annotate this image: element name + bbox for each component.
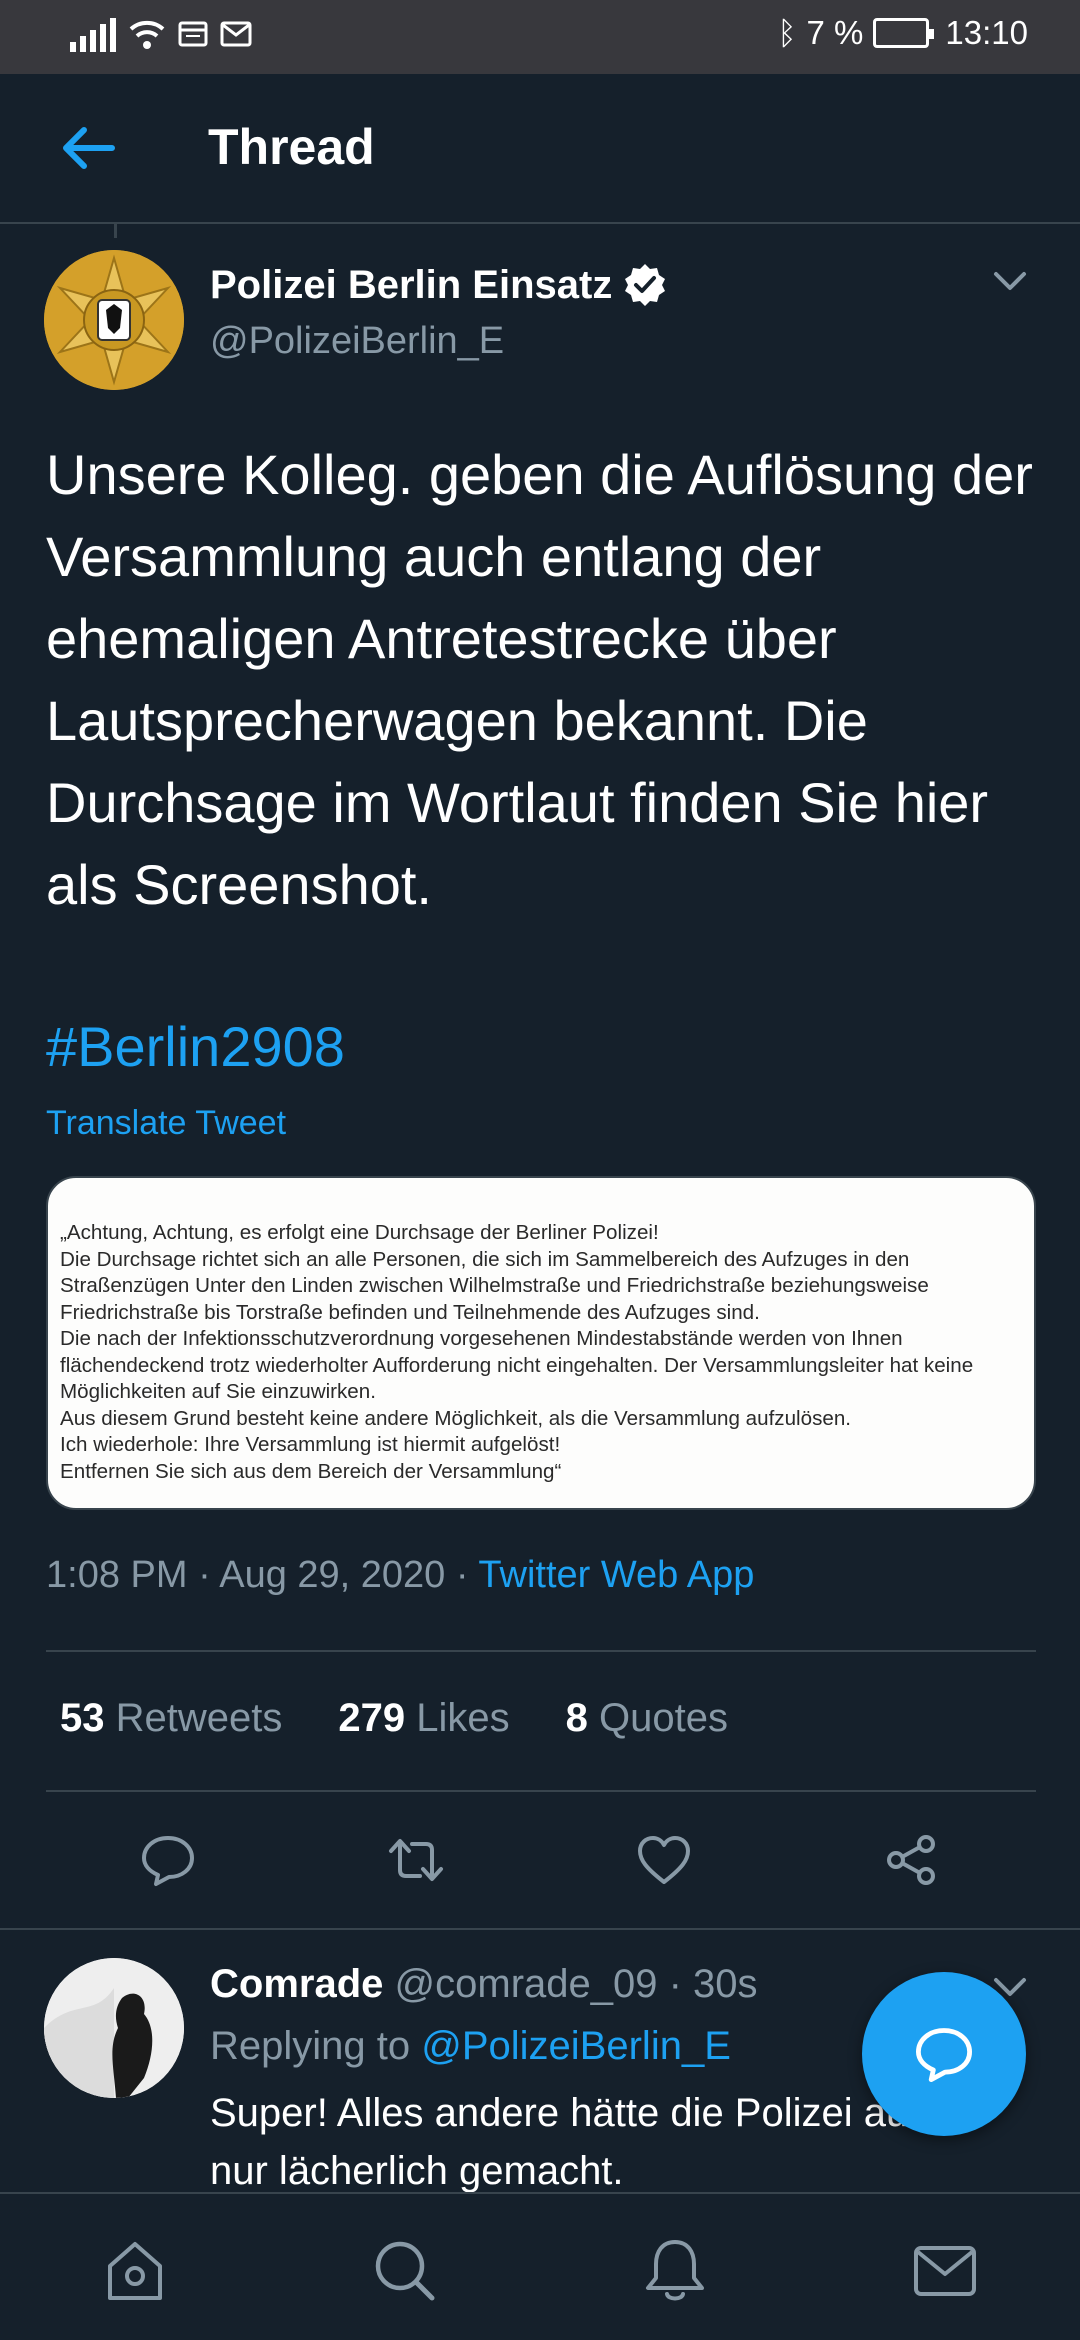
- author-handle[interactable]: @PolizeiBerlin_E: [210, 320, 504, 363]
- search-icon[interactable]: [370, 2236, 440, 2306]
- avatar[interactable]: [44, 250, 184, 390]
- tweet-stats: 53 Retweets 279 Likes 8 Quotes: [60, 1696, 784, 1741]
- replying-to-handle[interactable]: @PolizeiBerlin_E: [421, 2024, 731, 2068]
- tweet-actions: [0, 1830, 1080, 1900]
- media-text: „Achtung, Achtung, es erfolgt eine Durch…: [60, 1220, 1026, 1485]
- media-line: Ich wiederhole: Ihre Versammlung ist hie…: [60, 1433, 561, 1456]
- author-row: Polizei Berlin Einsatz: [210, 262, 668, 308]
- chevron-down-icon[interactable]: [990, 266, 1030, 296]
- likes-stat[interactable]: 279 Likes: [338, 1696, 509, 1741]
- retweets-stat[interactable]: 53 Retweets: [60, 1696, 282, 1741]
- messages-icon[interactable]: [910, 2236, 980, 2306]
- sim-icon: [178, 21, 208, 47]
- reply-bubble-icon: [916, 2028, 972, 2082]
- home-icon[interactable]: [100, 2236, 170, 2306]
- tweet-meta: 1:08 PM · Aug 29, 2020 · Twitter Web App: [46, 1554, 754, 1597]
- divider: [46, 1650, 1036, 1652]
- quotes-label: Quotes: [599, 1696, 728, 1740]
- author-name[interactable]: Polizei Berlin Einsatz: [210, 263, 612, 308]
- likes-label: Likes: [416, 1696, 510, 1740]
- arrow-left-icon[interactable]: [58, 120, 118, 176]
- media-line: flächendeckend trotz wiederholter Auffor…: [60, 1353, 974, 1377]
- retweet-icon[interactable]: [386, 1830, 446, 1890]
- thread-connector: [114, 224, 117, 238]
- replying-to: Replying to @PolizeiBerlin_E: [210, 2024, 731, 2069]
- tweet-time: 1:08 PM: [46, 1554, 188, 1596]
- bottom-nav: [0, 2192, 1080, 2340]
- hashtag-link[interactable]: #Berlin2908: [46, 1006, 345, 1088]
- compose-reply-button[interactable]: [862, 1972, 1026, 2136]
- page-title: Thread: [208, 119, 375, 175]
- police-star-icon: [44, 250, 184, 390]
- battery-percent: 7 %: [806, 14, 864, 51]
- app-header: Thread: [0, 74, 1080, 224]
- meta-separator: ·: [455, 1554, 479, 1596]
- quotes-stat[interactable]: 8 Quotes: [566, 1696, 728, 1741]
- media-line: „Achtung, Achtung, es erfolgt eine Durch…: [60, 1221, 659, 1244]
- meta-separator: ·: [668, 1962, 694, 2006]
- media-line: Möglichkeiten auf Sie einzuwirken.: [60, 1380, 376, 1403]
- bluetooth-icon: ᛒ: [777, 14, 797, 51]
- status-right: ᛒ 7 % 13:10: [777, 14, 1028, 52]
- media-line: Die Durchsage richtet sich an alle Perso…: [60, 1247, 910, 1271]
- avatar-image: [44, 1958, 184, 2098]
- quotes-count: 8: [565, 1696, 588, 1740]
- media-line: Aus diesem Grund besteht keine andere Mö…: [60, 1406, 852, 1430]
- signal-icon: [70, 16, 116, 52]
- like-heart-icon[interactable]: [634, 1830, 694, 1890]
- tweet-text: Unsere Kolleg. geben die Auflösung der V…: [46, 443, 1033, 916]
- translate-tweet-link[interactable]: Translate Tweet: [46, 1104, 286, 1143]
- section-divider: [0, 1928, 1080, 1930]
- reply-avatar[interactable]: [44, 1958, 184, 2098]
- notifications-icon[interactable]: [640, 2236, 710, 2306]
- status-bar: ᛒ 7 % 13:10: [0, 0, 1080, 74]
- reply-author-handle[interactable]: @comrade_09: [395, 1962, 658, 2006]
- reply-icon[interactable]: [138, 1830, 198, 1890]
- retweets-count: 53: [60, 1696, 105, 1740]
- status-left-icons: [70, 16, 252, 52]
- media-line: Entfernen Sie sich aus dem Bereich der V…: [60, 1459, 562, 1483]
- tweet-media-image[interactable]: „Achtung, Achtung, es erfolgt eine Durch…: [46, 1176, 1036, 1510]
- media-line: Straßenzügen Unter den Linden zwischen W…: [60, 1274, 929, 1297]
- meta-separator: ·: [198, 1554, 220, 1596]
- tweet-date: Aug 29, 2020: [219, 1554, 446, 1596]
- media-line: Friedrichstraße bis Torstraße befinden u…: [60, 1300, 760, 1324]
- mail-icon: [220, 21, 252, 47]
- battery-icon: [873, 18, 935, 48]
- share-icon[interactable]: [882, 1830, 942, 1890]
- wifi-icon: [129, 20, 165, 49]
- reply-header: Comrade @comrade_09 · 30s: [210, 1962, 758, 2007]
- verified-badge-icon: [625, 264, 666, 306]
- tweet-source-link[interactable]: Twitter Web App: [478, 1554, 754, 1596]
- likes-count: 279: [338, 1696, 406, 1740]
- reply-age: 30s: [693, 1962, 758, 2006]
- retweets-label: Retweets: [115, 1696, 283, 1740]
- clock: 13:10: [945, 14, 1028, 51]
- replying-to-label: Replying to: [210, 2024, 411, 2068]
- media-line: Die nach der Infektionsschutzverordnung …: [60, 1327, 903, 1350]
- divider: [46, 1790, 1036, 1792]
- reply-author-name[interactable]: Comrade: [210, 1962, 383, 2006]
